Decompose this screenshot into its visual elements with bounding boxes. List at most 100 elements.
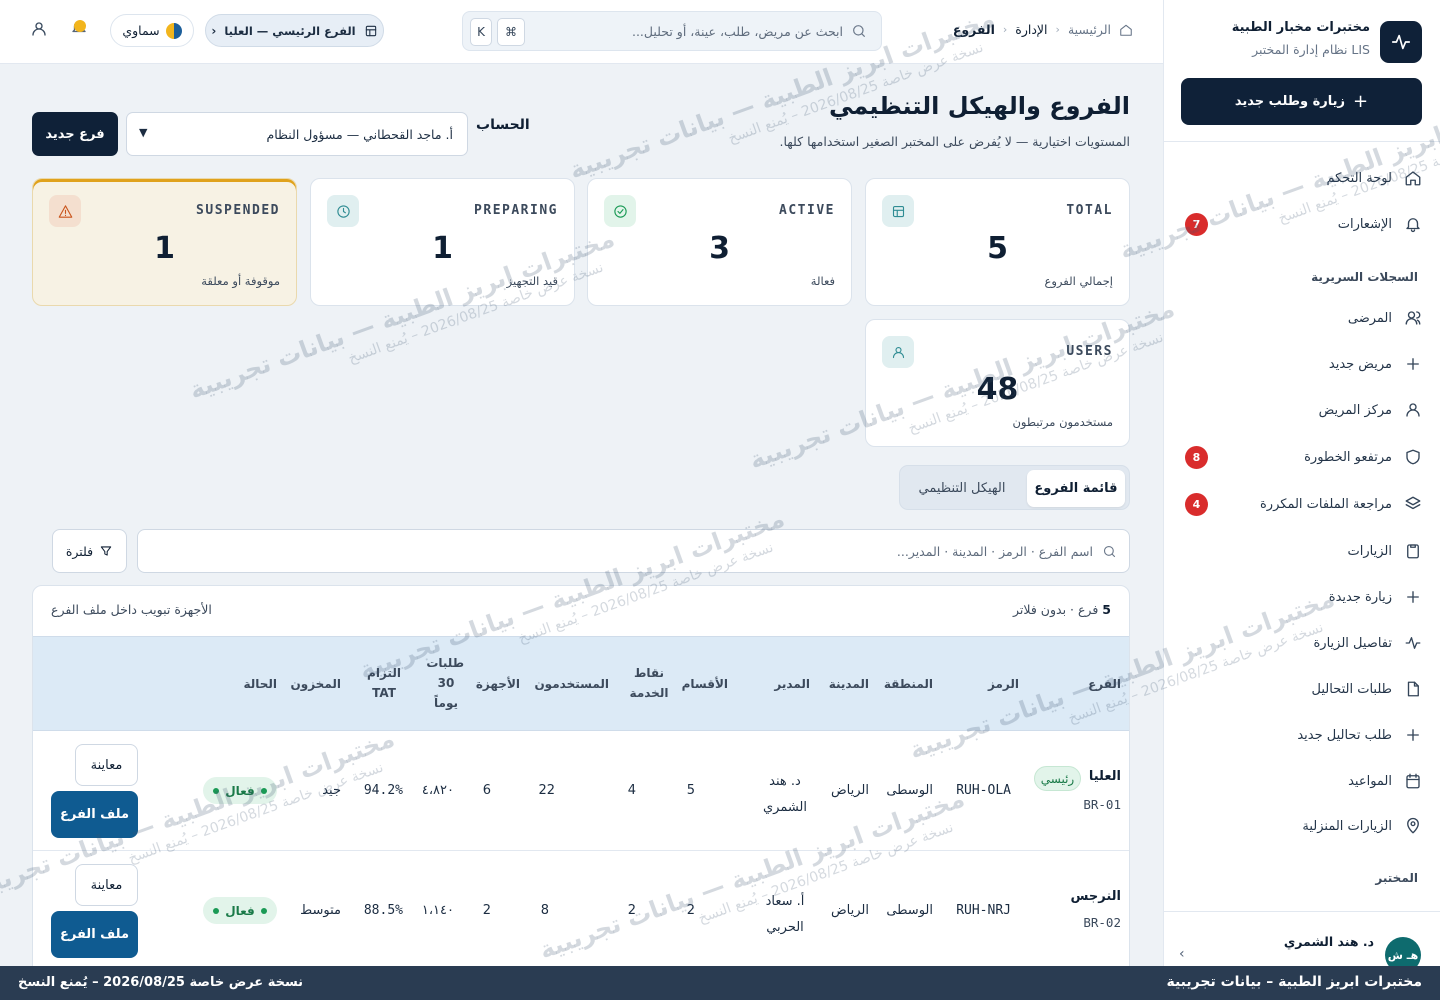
sidebar-item-appointments[interactable]: المواعيد: [1181, 761, 1422, 801]
home-icon: [1119, 23, 1133, 37]
status-dot: [260, 787, 267, 794]
stat-label: USERS: [1066, 344, 1113, 359]
branch-departments: 2: [686, 903, 695, 918]
chevron-left-icon: ‹: [211, 23, 217, 38]
col-manager: المدير: [774, 677, 810, 691]
sidebar-item-notifications[interactable]: الإشعارات 7: [1181, 204, 1422, 244]
status-dot: [260, 907, 267, 914]
clock-icon: [327, 195, 359, 227]
theme-switcher[interactable]: سماوي: [110, 14, 194, 47]
stat-label: TOTAL: [1066, 203, 1113, 218]
stat-card-preparing: PREPARING 1 قيد التجهيز: [310, 178, 575, 306]
status-badge: فعال: [203, 777, 277, 804]
tab-org-structure[interactable]: الهيكل التنظيمي: [903, 470, 1021, 507]
breadcrumb-separator-icon: ‹: [1055, 23, 1060, 36]
branch-inventory: متوسط: [300, 903, 341, 918]
sidebar-item-duplicates[interactable]: مراجعة الملفات المكررة 4: [1181, 484, 1422, 524]
footer-right-text: مختبرات ابريز الطبية – بيانات تجريبية: [1166, 974, 1422, 990]
sidebar-item-test-orders[interactable]: طلبات التحاليل: [1181, 669, 1422, 709]
col-code: الرمز: [988, 677, 1019, 691]
sidebar-item-patient-center[interactable]: مركز المريض: [1181, 390, 1422, 430]
col-tat: التزام TAT: [367, 666, 401, 700]
shortcut-cmd-key: ⌘: [497, 18, 525, 46]
page-subtitle: المستويات اختيارية — لا يُفرض على المختب…: [779, 134, 1131, 149]
stat-value: 5: [987, 231, 1008, 266]
branch-code: RUH-NRJ: [956, 903, 1011, 918]
sidebar-item-new-test-order[interactable]: طلب تحاليل جديد: [1181, 715, 1422, 755]
page-title: الفروع والهيكل التنظيمي: [828, 92, 1130, 120]
branch-code: RUH-OLA: [956, 783, 1011, 798]
branch-profile-button[interactable]: ملف الفرع: [51, 911, 138, 958]
notification-count-badge: 7: [1185, 212, 1208, 236]
stat-card-active: ACTIVE 3 فعالة: [587, 178, 852, 306]
shortcut-k-key: K: [470, 18, 492, 46]
sidebar-item-patients[interactable]: المرضى: [1181, 298, 1422, 338]
new-visit-button[interactable]: + زيارة وطلب جديد: [1181, 78, 1422, 125]
building-icon: [364, 24, 378, 38]
global-search-input[interactable]: ابحث عن مريض، طلب، عينة، أو تحليل... ⌘ K: [462, 11, 882, 51]
clipboard-icon: [1404, 542, 1422, 560]
notifications-button[interactable]: [70, 18, 96, 44]
col-orders-30d: طلبات 30 يوماً: [426, 656, 464, 710]
sidebar-item-new-visit[interactable]: زيارة جديدة: [1181, 577, 1422, 617]
breadcrumb-home[interactable]: الرئيسية: [1068, 22, 1111, 37]
tab-branch-list[interactable]: قائمة الفروع: [1027, 470, 1125, 507]
sidebar-item-home-visits[interactable]: الزيارات المنزلية: [1181, 806, 1422, 846]
notification-dot: [74, 20, 86, 32]
col-service-points: نقاط الخدمة: [629, 666, 669, 700]
stat-value: 3: [709, 231, 730, 266]
col-branch: الفرع: [1088, 677, 1121, 691]
branch-devices: 6: [482, 783, 491, 798]
branch-name[interactable]: العليا: [1089, 769, 1121, 784]
account-button[interactable]: [30, 20, 48, 42]
branch-city: الرياض: [830, 783, 869, 798]
filter-icon: [99, 544, 113, 558]
sidebar-item-label: مرتفعو الخطورة: [1304, 449, 1392, 465]
branch-name[interactable]: النرجس: [1071, 889, 1121, 904]
breadcrumb-separator-icon: ‹: [1002, 23, 1008, 36]
sidebar-item-dashboard[interactable]: لوحة التحكم: [1181, 158, 1422, 198]
branch-city: الرياض: [830, 903, 869, 918]
breadcrumb-admin[interactable]: الإدارة: [1015, 22, 1047, 37]
col-status: الحالة: [243, 677, 277, 691]
branch-profile-button[interactable]: ملف الفرع: [51, 791, 138, 838]
chevron-left-icon: ‹: [1179, 946, 1185, 962]
stat-caption: موقوفة أو معلقة: [201, 274, 280, 288]
high-risk-count-badge: 8: [1185, 445, 1208, 469]
user-menu[interactable]: هـ ش د. هند الشمري ‹: [1164, 911, 1440, 966]
account-select[interactable]: أ. ماجد القحطاني — مسؤول النظام ▼: [126, 112, 468, 156]
preview-button[interactable]: معاينة: [75, 744, 138, 786]
branch-search-input[interactable]: اسم الفرع · الرمز · المدينة · المدير...: [137, 529, 1130, 573]
view-tabs: قائمة الفروع الهيكل التنظيمي: [899, 465, 1130, 510]
branch-region: الوسطى: [886, 903, 933, 918]
sidebar-item-new-patient[interactable]: مريض جديد: [1181, 344, 1422, 384]
preview-button[interactable]: معاينة: [75, 864, 138, 906]
main-branch-badge: رئيسي: [1034, 766, 1081, 791]
pulse-logo-icon: [1380, 21, 1422, 63]
stat-card-suspended: SUSPENDED 1 موقوفة أو معلقة: [32, 178, 297, 306]
sidebar-item-visit-details[interactable]: تفاصيل الزيارة: [1181, 623, 1422, 663]
new-branch-button[interactable]: فرع جديد: [32, 112, 118, 156]
stat-value: 48: [976, 372, 1019, 407]
search-icon: [1102, 544, 1117, 559]
avatar: هـ ش: [1385, 937, 1421, 966]
status-dot: [213, 787, 220, 794]
branch-switcher[interactable]: الفرع الرئيسي — العليا ‹: [205, 14, 384, 47]
stat-caption: قيد التجهيز: [506, 274, 558, 288]
shield-icon: [1404, 448, 1422, 466]
sidebar-item-high-risk[interactable]: مرتفعو الخطورة 8: [1181, 437, 1422, 477]
breadcrumb: الرئيسية ‹ الإدارة ‹ الفروع: [953, 22, 1133, 37]
col-devices: الأجهزة: [475, 677, 520, 691]
sidebar-item-visits[interactable]: الزيارات: [1181, 531, 1422, 571]
branch-manager: د. هند الشمري: [762, 774, 808, 815]
sidebar-item-label: الإشعارات: [1337, 216, 1392, 232]
map-pin-icon: [1404, 817, 1422, 835]
user-icon: [30, 20, 48, 38]
brand-subtitle: نظام إدارة المختبر LIS: [1252, 42, 1370, 57]
layers-icon: [1404, 495, 1422, 513]
brand-title: مختبرات مخبار الطبية: [1231, 20, 1370, 35]
topbar: الرئيسية ‹ الإدارة ‹ الفروع ابحث عن مريض…: [0, 0, 1163, 64]
branch-users: 8: [540, 903, 549, 918]
filter-button[interactable]: فلترة: [52, 529, 127, 573]
pulse-icon: [1404, 634, 1422, 652]
